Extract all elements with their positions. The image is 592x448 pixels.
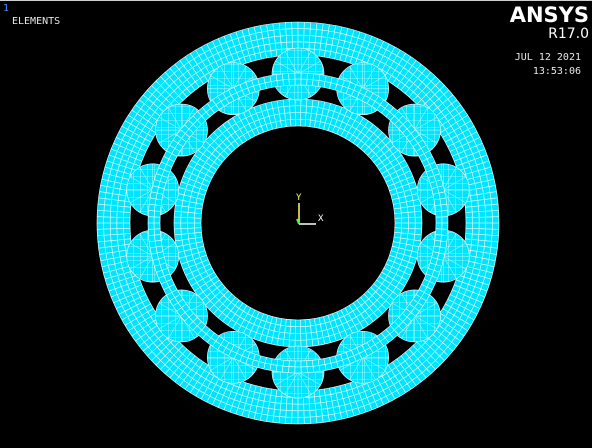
graphics-viewport[interactable]: 1 ELEMENTS ANSYS R17.0 JUL 12 2021 13:53…: [0, 0, 592, 447]
coordinate-triad-icon: Y X: [296, 193, 324, 225]
bearing-mesh-model[interactable]: Y X: [0, 1, 592, 448]
y-axis-label: Y: [296, 193, 302, 203]
x-axis-label: X: [318, 214, 324, 224]
